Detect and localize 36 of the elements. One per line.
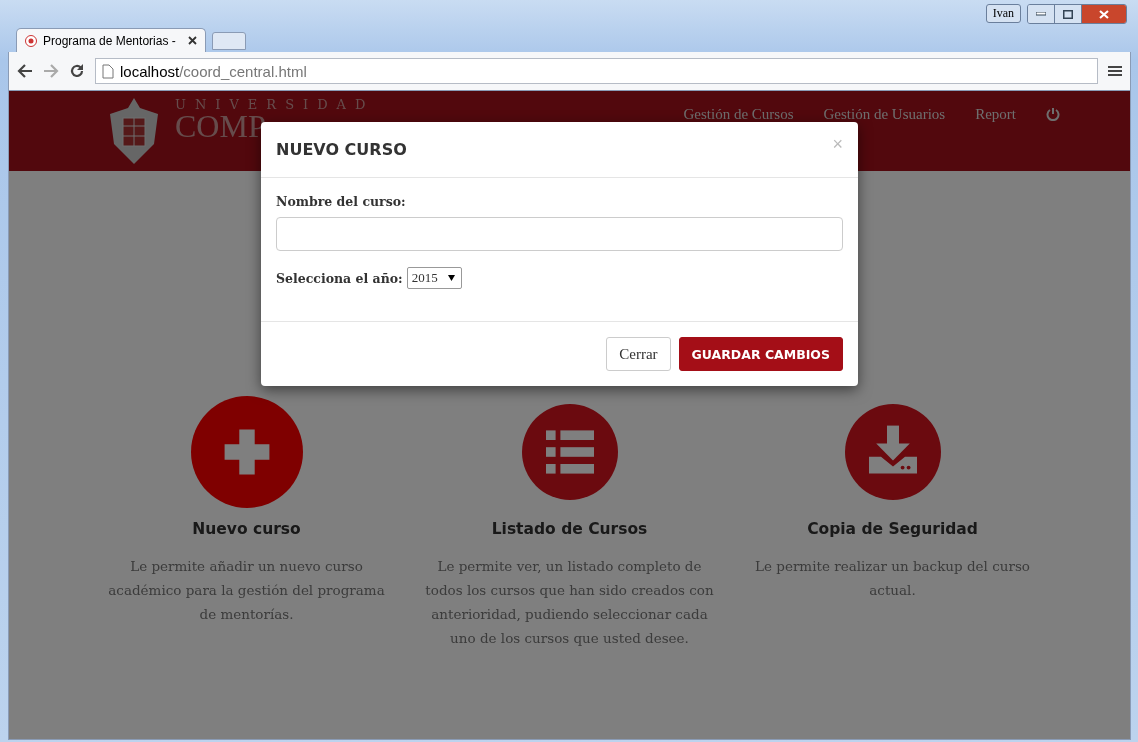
user-badge[interactable]: Ivan (985, 4, 1021, 23)
power-icon[interactable] (1046, 107, 1060, 121)
field-label: Nombre del curso: (276, 194, 407, 209)
browser-tab[interactable]: Programa de Mentorias - (16, 28, 206, 52)
year-dropdown[interactable]: 2015 (406, 267, 462, 289)
close-icon (1099, 9, 1109, 19)
feature-title: Listado de Cursos (491, 520, 648, 538)
feature-description: Le permite añadir un nuevo curso académico para la gestión del programa de mentorías. (107, 557, 386, 624)
menu-icon[interactable] (1108, 65, 1122, 77)
save-button[interactable]: GUARDAR CAMBIOS (678, 337, 843, 371)
address-bar[interactable]: localhost/coord_central.html (95, 58, 1098, 84)
caret-icon (447, 275, 455, 281)
feature-title: Copia de Seguridad (807, 520, 978, 538)
maximize-button[interactable] (1055, 5, 1082, 23)
feature-description: Le permite ver, un listado completo de todos los cursos que han sido creados con anterioridad, pudiendo seleccionar cada uno de los cursos que usted desee. (424, 557, 715, 648)
new-tab-button[interactable] (212, 32, 246, 50)
course-name-field[interactable] (276, 217, 843, 251)
list-circle-icon[interactable] (521, 404, 618, 500)
dialog-title: NUEVO CURSO (276, 140, 407, 159)
close-button[interactable]: Cerrar (606, 337, 671, 371)
close-window-button[interactable] (1082, 5, 1126, 23)
field-label: Selecciona el año: (276, 270, 403, 286)
minimize-icon (1036, 12, 1046, 16)
feature-description: Le permite realizar un backup del curso actual. (754, 557, 1031, 600)
plus-circle-icon[interactable] (190, 396, 303, 508)
feature-title: Nuevo curso (192, 520, 301, 538)
logo-text: UNIVERSIDAD (175, 96, 375, 112)
forward-icon[interactable] (43, 64, 59, 78)
reload-icon[interactable] (69, 63, 85, 79)
download-circle-icon[interactable] (844, 404, 941, 500)
tab-title: Programa de Mentorias - (43, 33, 177, 48)
favicon-icon (25, 34, 37, 47)
back-icon[interactable] (17, 64, 33, 78)
close-icon[interactable] (188, 36, 197, 45)
maximize-icon (1063, 9, 1073, 19)
logo-title: COMP (175, 111, 266, 140)
